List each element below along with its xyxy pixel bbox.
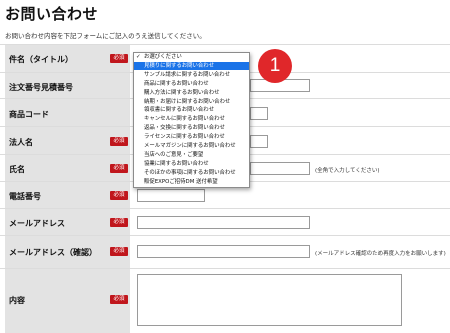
dropdown-option[interactable]: ライセンスに関するお問い合わせ xyxy=(134,133,249,141)
form-row-email-confirm: メールアドレス（確認） 必須 (メールアドレス確認のため再度入力をお願いします) xyxy=(0,235,450,268)
required-badge: 必須 xyxy=(110,295,128,304)
product-code-input[interactable] xyxy=(250,107,268,120)
email-confirm-hint: (メールアドレス確認のため再度入力をお願いします) xyxy=(315,251,446,257)
field-label-phone: 電話番号 xyxy=(9,192,41,201)
required-badge: 必須 xyxy=(110,218,128,227)
field-label-subject: 件名（タイトル） xyxy=(9,55,73,64)
required-badge: 必須 xyxy=(110,191,128,200)
dropdown-option[interactable]: キャンセルに関するお問い合わせ xyxy=(134,115,249,123)
dropdown-option[interactable]: ✓ お選びください xyxy=(134,53,249,61)
field-label-company: 法人名 xyxy=(9,138,33,147)
checkmark-icon: ✓ xyxy=(136,54,141,60)
email-confirm-input[interactable] xyxy=(137,245,310,258)
phone-input[interactable] xyxy=(137,189,205,202)
form-row-email: メールアドレス 必須 xyxy=(0,208,450,235)
dropdown-option[interactable]: 協業に関するお問い合わせ xyxy=(134,160,249,168)
email-input[interactable] xyxy=(137,216,310,229)
required-badge: 必須 xyxy=(110,247,128,256)
dropdown-option[interactable]: 返品・交換に関するお問い合わせ xyxy=(134,124,249,132)
required-badge: 必須 xyxy=(110,164,128,173)
field-label-name: 氏名 xyxy=(9,165,25,174)
dropdown-option[interactable]: 販促EXPOご招待DM 送付希望 xyxy=(134,178,249,186)
company-name-input[interactable] xyxy=(250,135,268,148)
subject-select-dropdown[interactable]: ✓ お選びください 見積りに関するお問い合わせ サンプル請求に関するお問い合わせ… xyxy=(133,52,250,188)
field-label-email: メールアドレス xyxy=(9,219,65,228)
message-textarea[interactable] xyxy=(137,274,402,326)
annotation-marker: 1 xyxy=(258,49,292,83)
dropdown-option[interactable]: 購入方法に関するお問い合わせ xyxy=(134,89,249,97)
field-label-product-code: 商品コード xyxy=(9,110,49,119)
dropdown-option[interactable]: 納期・お届けに関するお問い合わせ xyxy=(134,98,249,106)
dropdown-option[interactable]: 商品に関するお問い合わせ xyxy=(134,80,249,88)
dropdown-option[interactable]: 見積りに関するお問い合わせ xyxy=(134,61,249,71)
required-badge: 必須 xyxy=(110,54,128,63)
dropdown-option[interactable]: サンプル請求に関するお問い合わせ xyxy=(134,71,249,79)
dropdown-option[interactable]: 当店へのご意見・ご要望 xyxy=(134,151,249,159)
name-hint: (全角で入力してください) xyxy=(315,168,380,174)
dropdown-option[interactable]: 領収書に関するお問い合わせ xyxy=(134,106,249,114)
page-title: お問い合わせ xyxy=(5,5,99,23)
dropdown-option[interactable]: メールマガジンに関するお問い合わせ xyxy=(134,142,249,150)
intro-text: お問い合わせ内容を下記フォームにご記入のうえ送信してください。 xyxy=(5,32,206,40)
field-label-email-confirm: メールアドレス（確認） xyxy=(9,248,97,257)
field-label-order-number: 注文番号見積番号 xyxy=(9,83,73,92)
field-label-message: 内容 xyxy=(9,296,25,305)
form-row-message: 内容 必須 xyxy=(0,268,450,333)
required-badge: 必須 xyxy=(110,137,128,146)
name-input[interactable] xyxy=(250,162,310,175)
dropdown-option[interactable]: そのほかの事項に関するお問い合わせ xyxy=(134,169,249,177)
